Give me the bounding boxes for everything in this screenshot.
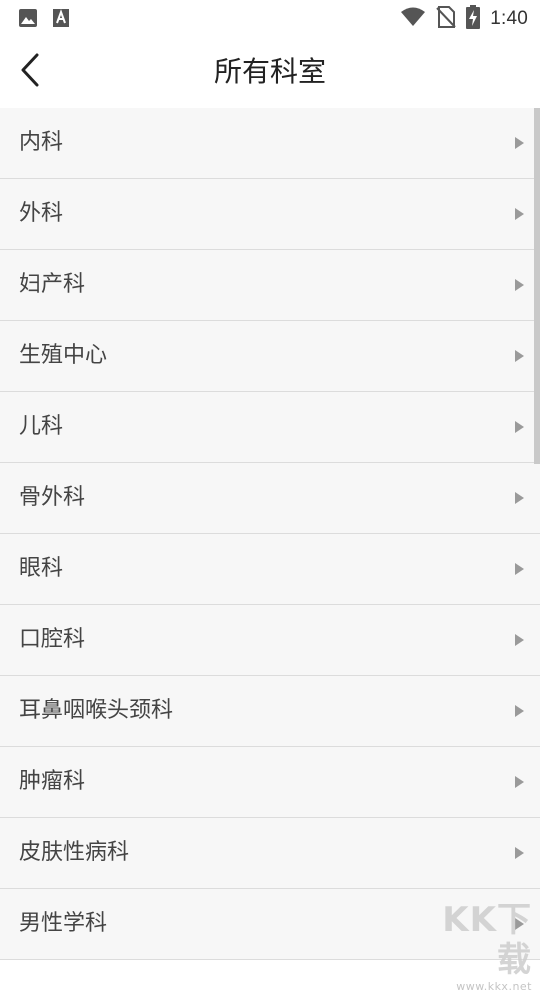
text-a-icon bbox=[52, 8, 70, 32]
image-icon bbox=[18, 8, 38, 32]
department-label: 妇产科 bbox=[19, 272, 86, 297]
chevron-right-icon bbox=[515, 705, 524, 717]
department-item[interactable]: 外科 bbox=[0, 179, 540, 250]
department-label: 生殖中心 bbox=[19, 343, 108, 368]
scrollbar[interactable] bbox=[534, 108, 540, 464]
department-item[interactable]: 口腔科 bbox=[0, 605, 540, 676]
notification-icons bbox=[18, 8, 70, 32]
department-label: 内科 bbox=[19, 130, 64, 155]
wifi-icon bbox=[400, 6, 426, 32]
department-item[interactable]: 肿瘤科 bbox=[0, 747, 540, 818]
department-label: 儿科 bbox=[19, 414, 64, 439]
department-label: 骨外科 bbox=[19, 485, 86, 510]
chevron-right-icon bbox=[515, 137, 524, 149]
department-label: 眼科 bbox=[19, 556, 64, 581]
department-item[interactable]: 骨外科 bbox=[0, 463, 540, 534]
chevron-right-icon bbox=[515, 208, 524, 220]
chevron-right-icon bbox=[515, 847, 524, 859]
clock: 1:40 bbox=[490, 8, 528, 29]
watermark-brand: KK下载 bbox=[442, 900, 532, 980]
department-item[interactable]: 儿科 bbox=[0, 392, 540, 463]
department-label: 皮肤性病科 bbox=[19, 840, 130, 865]
watermark: KK下载 www.kkx.net bbox=[412, 900, 532, 993]
department-item[interactable]: 耳鼻咽喉头颈科 bbox=[0, 676, 540, 747]
battery-charging-icon bbox=[466, 5, 481, 33]
department-item[interactable]: 妇产科 bbox=[0, 250, 540, 321]
department-label: 口腔科 bbox=[19, 627, 86, 652]
department-item[interactable]: 皮肤性病科 bbox=[0, 818, 540, 889]
page-title: 所有科室 bbox=[213, 55, 326, 88]
toolbar: 所有科室 bbox=[0, 36, 540, 108]
chevron-right-icon bbox=[515, 634, 524, 646]
chevron-right-icon bbox=[515, 279, 524, 291]
chevron-right-icon bbox=[515, 776, 524, 788]
status-bar: 1:40 bbox=[0, 0, 540, 36]
department-item[interactable]: 眼科 bbox=[0, 534, 540, 605]
no-sim-icon bbox=[436, 5, 456, 33]
system-status-icons: 1:40 bbox=[400, 5, 528, 33]
department-list[interactable]: 内科 外科 妇产科 生殖中心 儿科 骨外科 眼科 口腔科 耳鼻咽喉头颈科 肿瘤科… bbox=[0, 108, 540, 960]
chevron-right-icon bbox=[515, 350, 524, 362]
department-label: 男性学科 bbox=[19, 911, 108, 936]
department-label: 耳鼻咽喉头颈科 bbox=[19, 698, 174, 723]
chevron-right-icon bbox=[515, 563, 524, 575]
department-item[interactable]: 内科 bbox=[0, 108, 540, 179]
department-item[interactable]: 生殖中心 bbox=[0, 321, 540, 392]
watermark-url: www.kkx.net bbox=[456, 980, 532, 993]
chevron-right-icon bbox=[515, 421, 524, 433]
department-label: 肿瘤科 bbox=[19, 769, 86, 794]
chevron-right-icon bbox=[515, 492, 524, 504]
department-label: 外科 bbox=[19, 201, 64, 226]
